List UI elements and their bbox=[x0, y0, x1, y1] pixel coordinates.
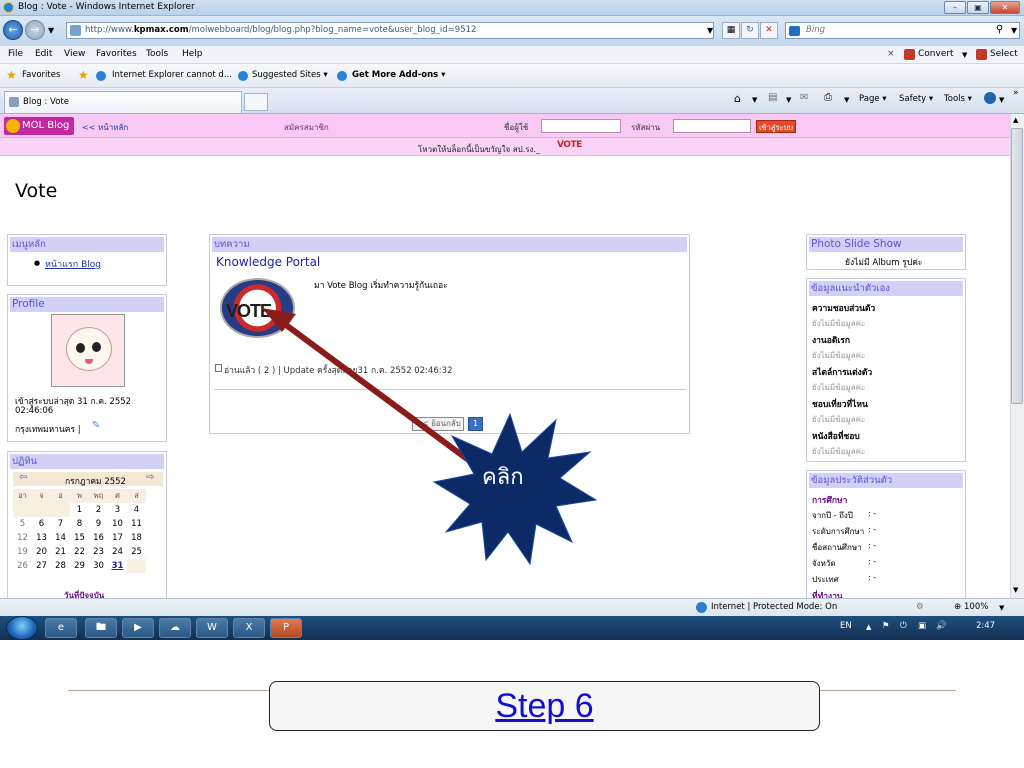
close-window-button[interactable]: ✕ bbox=[990, 1, 1020, 14]
tools-menu[interactable]: Tools ▾ bbox=[944, 94, 972, 104]
zoom-dropdown-icon[interactable]: ▼ bbox=[999, 604, 1004, 612]
refresh-icon[interactable]: ↻ bbox=[741, 22, 759, 39]
convert-icon bbox=[904, 49, 915, 60]
select-button[interactable]: Select bbox=[990, 49, 1018, 59]
feeds-dropdown-icon[interactable]: ▼ bbox=[786, 96, 791, 104]
home-dropdown-icon[interactable]: ▼ bbox=[752, 96, 757, 104]
bing-icon bbox=[789, 26, 800, 36]
menu-bar: File Edit View Favorites Tools Help × Co… bbox=[0, 46, 1024, 64]
menu-edit[interactable]: Edit bbox=[35, 49, 52, 59]
menu-help[interactable]: Help bbox=[182, 49, 203, 59]
back-button[interactable]: ← bbox=[3, 20, 23, 40]
taskbar-ie-icon[interactable]: e bbox=[45, 618, 77, 638]
scroll-up-icon[interactable]: ▲ bbox=[1013, 116, 1018, 124]
favorites-star-icon: ★ bbox=[6, 68, 17, 82]
menu-view[interactable]: View bbox=[64, 49, 85, 59]
home-icon[interactable]: ⌂ bbox=[734, 92, 741, 105]
safety-menu[interactable]: Safety ▾ bbox=[899, 94, 933, 104]
zoom-level[interactable]: 100% bbox=[964, 602, 988, 612]
taskbar-powerpoint-icon[interactable]: P bbox=[270, 618, 302, 638]
maximize-button[interactable]: ▣ bbox=[967, 1, 989, 14]
search-input[interactable]: Bing bbox=[785, 22, 1020, 39]
callout-text: คลิก bbox=[482, 465, 524, 490]
fav-link-ie-error[interactable]: Internet Explorer cannot d... bbox=[112, 70, 232, 80]
fav-link-addons[interactable]: Get More Add-ons ▾ bbox=[352, 70, 445, 80]
taskbar-explorer-icon[interactable]: 🖿 bbox=[85, 618, 117, 638]
taskbar-network-icon[interactable]: ☁ bbox=[159, 618, 191, 638]
ie-page-icon-2 bbox=[238, 71, 248, 81]
ie-icon bbox=[3, 2, 14, 13]
taskbar-word-icon[interactable]: W bbox=[196, 618, 228, 638]
zoom-icon[interactable]: ⊕ bbox=[954, 602, 961, 612]
mail-icon[interactable]: ✉ bbox=[800, 92, 808, 103]
stop-icon[interactable]: ✕ bbox=[760, 22, 778, 39]
volume-icon[interactable]: 🔊 bbox=[936, 621, 947, 631]
page-menu[interactable]: Page ▾ bbox=[859, 94, 887, 104]
convert-button[interactable]: Convert bbox=[918, 49, 954, 59]
feeds-icon[interactable]: ▤ bbox=[768, 92, 777, 103]
clock[interactable]: 2:47 bbox=[976, 621, 995, 631]
menu-file[interactable]: File bbox=[8, 49, 23, 59]
address-dropdown-icon[interactable]: ▼ bbox=[707, 26, 713, 35]
favorites-bar: ★ Favorites ★ Internet Explorer cannot d… bbox=[0, 64, 1024, 88]
tab-blog-vote[interactable]: Blog : Vote bbox=[4, 91, 242, 113]
address-row: ← → ▼ http://www.kpmax.com/molwebboard/b… bbox=[0, 16, 1024, 46]
taskbar-media-icon[interactable]: ▶ bbox=[122, 618, 154, 638]
protected-mode-icon[interactable]: ⚙ bbox=[916, 602, 924, 612]
status-bar: Internet | Protected Mode: On ⚙ ⊕ 100% ▼ bbox=[0, 598, 1024, 616]
globe-icon bbox=[696, 602, 707, 613]
print-dropdown-icon[interactable]: ▼ bbox=[844, 96, 849, 104]
annotation-overlay bbox=[262, 308, 598, 566]
scroll-down-icon[interactable]: ▼ bbox=[1013, 586, 1018, 594]
add-favorites-icon[interactable]: ★ bbox=[78, 68, 89, 82]
minimize-button[interactable]: – bbox=[944, 1, 966, 14]
close-toolbar-icon[interactable]: × bbox=[887, 49, 895, 59]
fav-link-suggested-sites[interactable]: Suggested Sites ▾ bbox=[252, 70, 328, 80]
compatibility-icon[interactable]: ▦ bbox=[722, 22, 740, 39]
url-domain: kpmax.com bbox=[133, 25, 189, 35]
chevron-more-icon[interactable]: » bbox=[1013, 88, 1019, 98]
menu-favorites[interactable]: Favorites bbox=[96, 49, 137, 59]
search-dropdown-icon[interactable]: ▼ bbox=[1011, 26, 1017, 35]
url-path: /molwebboard/blog/blog.php?blog_name=vot… bbox=[188, 25, 477, 35]
history-dropdown-icon[interactable]: ▼ bbox=[48, 26, 54, 35]
flag-icon[interactable]: ⚑ bbox=[882, 621, 890, 631]
scrollbar-thumb[interactable] bbox=[1011, 128, 1023, 404]
page-icon bbox=[70, 25, 81, 36]
new-tab-button[interactable] bbox=[244, 93, 268, 111]
help-icon[interactable] bbox=[984, 92, 996, 104]
address-field[interactable]: http://www.kpmax.com/molwebboard/blog/bl… bbox=[66, 22, 714, 39]
pointer-arrow-shaft bbox=[280, 319, 484, 473]
taskbar: e 🖿 ▶ ☁ W X P EN ▲ ⚑ ⏻ ▣ 🔊 2:47 bbox=[0, 616, 1024, 640]
menu-tools[interactable]: Tools bbox=[146, 49, 168, 59]
convert-dropdown-icon[interactable]: ▼ bbox=[962, 51, 967, 59]
taskbar-excel-icon[interactable]: X bbox=[233, 618, 265, 638]
tab-title: Blog : Vote bbox=[23, 97, 69, 107]
tray-expand-icon[interactable]: ▲ bbox=[866, 623, 871, 631]
network-icon[interactable]: ▣ bbox=[918, 621, 926, 631]
window-title-bar: Blog : Vote - Windows Internet Explorer … bbox=[0, 0, 1024, 16]
help-dropdown-icon[interactable]: ▼ bbox=[999, 96, 1004, 104]
tab-favicon-icon bbox=[9, 97, 19, 107]
print-icon[interactable]: ⎙ bbox=[824, 92, 832, 103]
power-icon[interactable]: ⏻ bbox=[900, 621, 907, 631]
start-button[interactable] bbox=[6, 616, 38, 640]
select-icon bbox=[976, 49, 987, 60]
step-link[interactable]: Step 6 bbox=[495, 687, 593, 725]
language-indicator[interactable]: EN bbox=[840, 621, 852, 631]
ie-page-icon bbox=[96, 71, 106, 81]
search-icon[interactable]: ⚲ bbox=[996, 24, 1003, 35]
ie-page-icon-3 bbox=[337, 71, 347, 81]
page-content: MOL Blog << หน้าหลัก สมัครสมาชิก ชื่อผู้… bbox=[0, 114, 1010, 598]
forward-button[interactable]: → bbox=[25, 20, 45, 40]
step-box: Step 6 bbox=[269, 681, 820, 731]
window-title: Blog : Vote - Windows Internet Explorer bbox=[18, 2, 195, 12]
zone-status[interactable]: Internet | Protected Mode: On bbox=[711, 602, 837, 612]
favorites-button[interactable]: Favorites bbox=[22, 70, 60, 80]
url-prefix: http://www. bbox=[85, 25, 134, 35]
